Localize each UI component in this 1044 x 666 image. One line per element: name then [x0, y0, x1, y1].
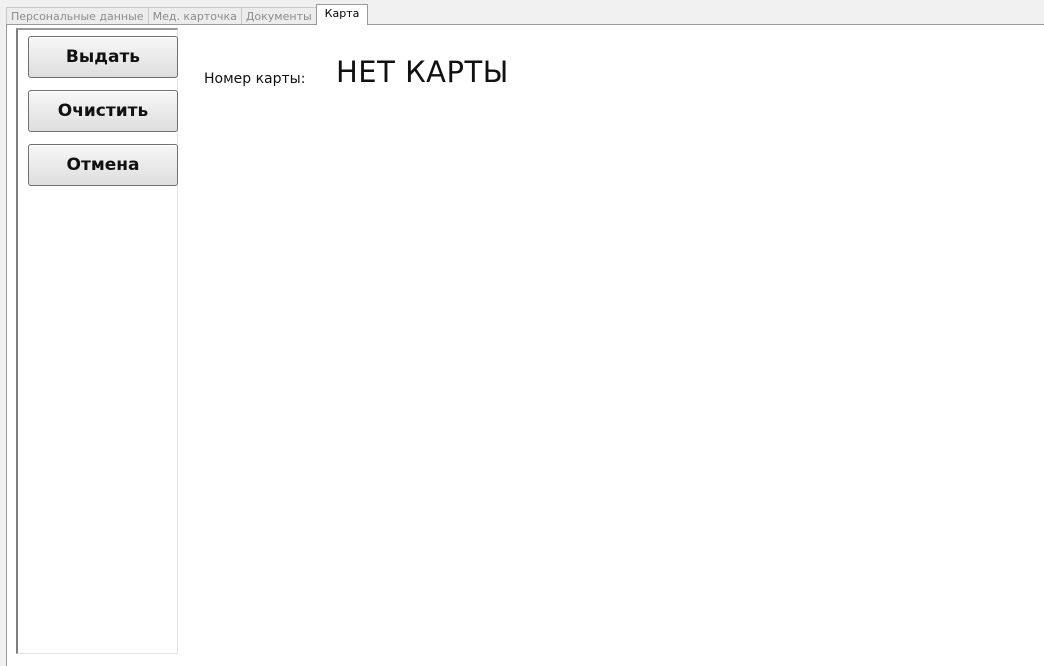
cancel-button[interactable]: Отмена: [28, 144, 178, 186]
tab-card[interactable]: Карта: [315, 4, 369, 25]
card-number-label: Номер карты:: [204, 71, 306, 87]
clear-button[interactable]: Очистить: [28, 90, 178, 132]
issue-button[interactable]: Выдать: [28, 36, 178, 78]
tab-documents[interactable]: Документы: [240, 7, 317, 25]
tab-medical-card[interactable]: Мед. карточка: [147, 7, 242, 25]
actions-panel: Выдать Очистить Отмена: [16, 28, 178, 654]
tab-personal-data[interactable]: Персональные данные: [6, 7, 149, 25]
tab-strip: Персональные данные Мед. карточка Докуме…: [6, 4, 369, 25]
card-number-value: НЕТ КАРТЫ: [336, 55, 509, 89]
card-window: Персональные данные Мед. карточка Докуме…: [0, 0, 1044, 666]
